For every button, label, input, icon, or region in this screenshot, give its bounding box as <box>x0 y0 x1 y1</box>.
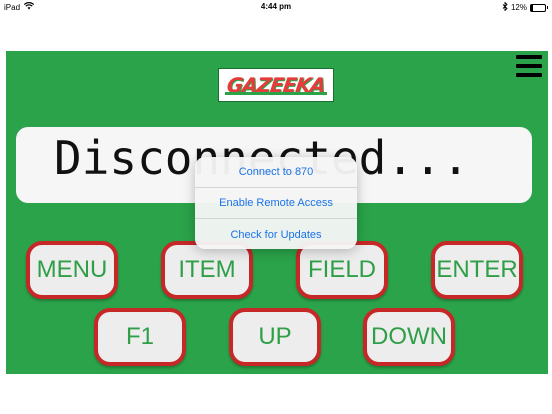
up-button[interactable]: UP <box>229 308 321 366</box>
f1-button[interactable]: F1 <box>94 308 186 366</box>
hamburger-line <box>516 55 542 59</box>
status-bar: iPad 4:44 pm 12% <box>0 0 552 14</box>
battery-icon <box>530 3 548 12</box>
hamburger-line <box>516 64 542 68</box>
status-time: 4:44 pm <box>260 2 292 11</box>
status-bar-right: 12% <box>502 1 548 13</box>
field-button[interactable]: FIELD <box>296 241 388 299</box>
down-button[interactable]: DOWN <box>363 308 455 366</box>
gazeeka-logo: GAZEEKA <box>218 68 334 102</box>
logo-stripe <box>225 92 327 95</box>
hamburger-menu-icon[interactable] <box>516 55 542 77</box>
battery-percent: 12% <box>510 3 527 12</box>
enter-button[interactable]: ENTER <box>431 241 523 299</box>
bluetooth-icon <box>502 1 508 13</box>
hamburger-line <box>516 73 542 77</box>
connect-menu-item[interactable]: Connect to 870 <box>195 157 357 188</box>
options-popover: Connect to 870 Enable Remote Access Chec… <box>195 157 357 249</box>
check-for-updates-menu-item[interactable]: Check for Updates <box>195 219 357 249</box>
item-button[interactable]: ITEM <box>161 241 253 299</box>
menu-button[interactable]: MENU <box>26 241 118 299</box>
battery-fill <box>531 4 533 11</box>
enable-remote-access-menu-item[interactable]: Enable Remote Access <box>195 188 357 219</box>
